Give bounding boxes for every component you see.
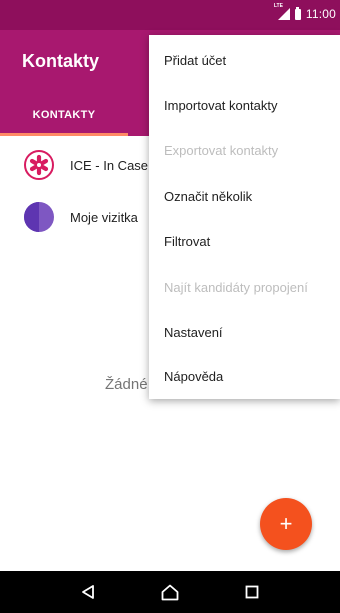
- profile-card-icon: [24, 202, 54, 232]
- plus-icon: +: [279, 511, 293, 536]
- menu-item-import-contacts[interactable]: Importovat kontakty: [149, 82, 340, 128]
- status-indicators: LTE 11:00: [274, 3, 336, 21]
- signal-icon: LTE: [274, 3, 290, 20]
- menu-item-help[interactable]: Nápověda: [149, 353, 340, 399]
- ice-asterisk-icon: [24, 150, 54, 180]
- back-icon: [82, 585, 94, 599]
- add-contact-button[interactable]: +: [260, 498, 312, 550]
- tab-contacts-label: KONTAKTY: [32, 109, 96, 121]
- contact-name: Moje vizitka: [70, 209, 138, 225]
- menu-item-select-multiple[interactable]: Označit několik: [149, 173, 340, 219]
- navigation-bar: [0, 571, 340, 613]
- menu-item-export-contacts: Exportovat kontakty: [164, 142, 279, 158]
- recents-icon: [245, 585, 259, 599]
- status-time: 11:00: [305, 7, 336, 21]
- tab-indicator: [0, 133, 128, 136]
- home-icon: [161, 584, 179, 600]
- battery-icon: [294, 6, 301, 20]
- overflow-menu: Přidat účet Importovat kontakty Exportov…: [149, 35, 340, 399]
- recents-button[interactable]: [222, 571, 282, 613]
- menu-item-add-account[interactable]: Přidat účet: [149, 37, 340, 83]
- network-type-label: LTE: [273, 3, 283, 9]
- tab-contacts[interactable]: KONTAKTY: [0, 94, 128, 136]
- menu-item-filter[interactable]: Filtrovat: [149, 218, 340, 264]
- menu-item-settings[interactable]: Nastavení: [149, 309, 340, 355]
- home-button[interactable]: [140, 571, 200, 613]
- status-bar: LTE 11:00: [0, 0, 340, 30]
- app-title: Kontakty: [22, 51, 100, 71]
- menu-item-find-link-candidates: Najít kandidáty propojení: [164, 279, 308, 295]
- back-button[interactable]: [58, 571, 118, 613]
- contacts-screen: LTE 11:00 Kontakty KONTAKTY ICE - In Cas: [0, 0, 340, 613]
